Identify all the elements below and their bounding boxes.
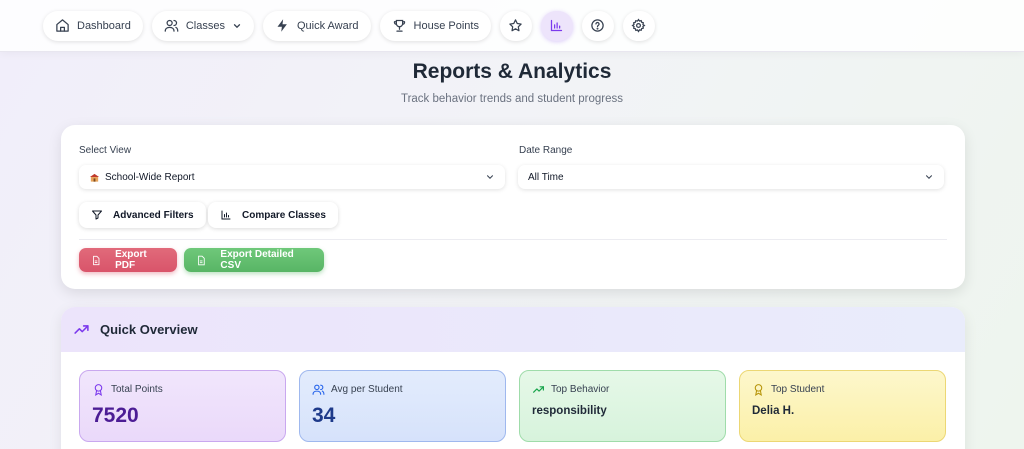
- select-view-label: Select View: [79, 145, 132, 156]
- date-range-value: All Time: [528, 171, 564, 183]
- select-view-value: School-Wide Report: [105, 171, 195, 183]
- page-subtitle: Track behavior trends and student progre…: [400, 93, 624, 105]
- help-circle-icon: [591, 19, 605, 32]
- stat-card-top-student: Top Student Delia H.: [739, 370, 946, 442]
- lightning-icon: [277, 19, 287, 32]
- nav-house-points-label: House Points: [413, 19, 479, 32]
- stat-label: Top Behavior: [551, 384, 610, 395]
- filter-card: Select View School-Wide Report Date Rang…: [61, 125, 965, 289]
- trending-up-icon: [74, 325, 89, 334]
- nav-dashboard-label: Dashboard: [77, 19, 131, 32]
- nav-help-button[interactable]: [581, 10, 614, 41]
- stat-label: Avg per Student: [331, 384, 403, 395]
- quick-overview-title: Quick Overview: [100, 322, 198, 337]
- compare-classes-label: Compare Classes: [242, 209, 326, 221]
- date-range-dropdown[interactable]: All Time: [518, 165, 944, 189]
- users-icon: [164, 19, 179, 32]
- quick-overview-header: Quick Overview: [61, 307, 965, 352]
- document-icon: [93, 255, 100, 265]
- stat-value: responsibility: [532, 405, 607, 417]
- stat-label: Top Student: [771, 384, 825, 395]
- nav-dashboard-button[interactable]: Dashboard: [43, 10, 143, 41]
- export-pdf-button[interactable]: Export PDF: [79, 248, 177, 272]
- nav-quick-award-button[interactable]: Quick Award: [262, 10, 371, 41]
- bar-chart-icon: [551, 19, 563, 32]
- users-icon: [312, 384, 325, 395]
- filter-icon: [92, 210, 102, 220]
- nav-reports-button[interactable]: [540, 10, 573, 41]
- stat-value: Delia H.: [752, 405, 795, 417]
- nav-classes-button[interactable]: Classes: [151, 10, 254, 41]
- export-csv-button[interactable]: Export Detailed CSV: [184, 248, 324, 272]
- nav-quick-award-label: Quick Award: [296, 19, 359, 32]
- chevron-down-icon: [925, 175, 933, 179]
- nav-favorites-button[interactable]: [499, 10, 532, 41]
- stat-value: 7520: [92, 404, 139, 427]
- divider: [79, 239, 947, 240]
- award-icon: [94, 384, 103, 396]
- gear-icon: [631, 18, 646, 33]
- bar-chart-icon: [221, 210, 231, 220]
- stat-card-avg-per-student: Avg per Student 34: [299, 370, 506, 442]
- stat-label: Total Points: [111, 384, 163, 395]
- select-view-dropdown[interactable]: School-Wide Report: [79, 165, 505, 189]
- home-icon: [56, 19, 69, 32]
- nav-house-points-button[interactable]: House Points: [379, 10, 491, 41]
- advanced-filters-button[interactable]: Advanced Filters: [79, 202, 206, 228]
- nav-settings-button[interactable]: [622, 10, 655, 41]
- stat-card-total-points: Total Points 7520: [79, 370, 286, 442]
- trending-up-icon: [533, 386, 544, 393]
- export-pdf-label: Export PDF: [115, 249, 147, 271]
- star-icon: [509, 19, 523, 32]
- date-range-label: Date Range: [519, 145, 573, 156]
- export-csv-label: Export Detailed CSV: [220, 249, 294, 271]
- document-icon: [198, 255, 205, 265]
- page-title: Reports & Analytics: [412, 60, 612, 83]
- stat-card-top-behavior: Top Behavior responsibility: [519, 370, 726, 442]
- compare-classes-button[interactable]: Compare Classes: [208, 202, 338, 228]
- top-nav: Dashboard Classes Quick Award House Poin…: [0, 0, 1024, 52]
- school-icon: [89, 173, 100, 182]
- nav-classes-label: Classes: [185, 19, 225, 32]
- quick-overview-panel: Quick Overview Total Points 7520 Avg per…: [61, 307, 965, 449]
- chevron-down-icon: [233, 23, 241, 28]
- award-icon: [754, 384, 763, 396]
- trophy-icon: [393, 19, 405, 32]
- stat-value: 34: [312, 404, 336, 427]
- advanced-filters-label: Advanced Filters: [113, 209, 194, 221]
- chevron-down-icon: [486, 175, 494, 179]
